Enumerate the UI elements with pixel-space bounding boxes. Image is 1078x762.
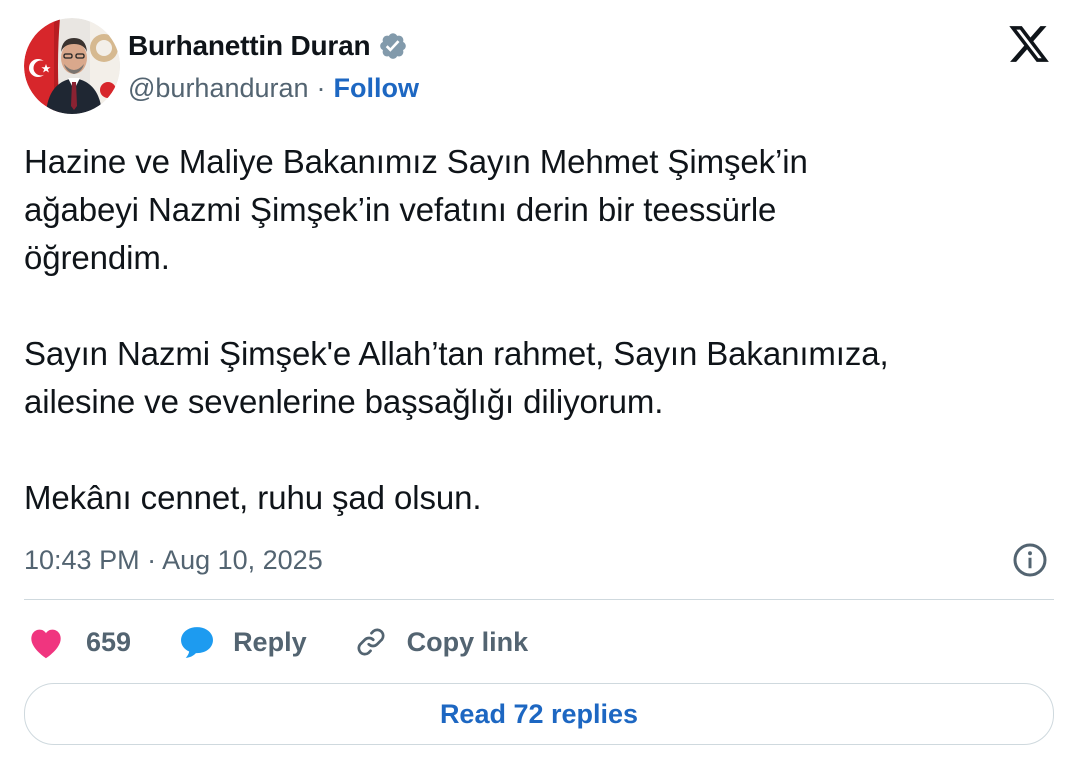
text-line: Sayın Nazmi Şimşek'e Allah’tan rahmet, S… [24,335,889,372]
text-line: ağabeyi Nazmi Şimşek’in vefatını derin b… [24,191,777,228]
text-line: ailesine ve sevenlerine başsağlığı diliy… [24,383,664,420]
copy-link-label: Copy link [406,626,529,657]
like-button[interactable]: 659 [24,620,131,664]
tweet-text: Hazine ve Maliye Bakanımız Sayın Mehmet … [24,138,1054,522]
avatar-image [24,18,120,114]
like-count: 659 [86,626,132,657]
text-line: öğrendim. [24,239,170,276]
speech-bubble-icon [175,620,219,664]
author-block: Burhanettin Duran @burhanduran · Follow [128,26,419,108]
tweet-header: Burhanettin Duran @burhanduran · Follow [24,18,1054,118]
action-bar: 659 Reply Copy link [24,618,528,666]
copy-link-button[interactable]: Copy link [349,620,529,664]
follow-button[interactable]: Follow [334,73,419,104]
name-row: Burhanettin Duran [128,26,419,66]
reply-label: Reply [233,626,307,657]
read-replies-button[interactable]: Read 72 replies [24,683,1054,745]
verified-badge-icon [378,31,408,61]
avatar[interactable] [24,18,120,114]
meta-row: 10:43 PM · Aug 10, 2025 [24,540,1054,580]
handle[interactable]: @burhanduran [128,73,309,104]
link-icon [349,620,393,664]
tweet-card: Burhanettin Duran @burhanduran · Follow [0,0,1078,762]
divider [24,599,1054,600]
handle-row: @burhanduran · Follow [128,68,419,108]
text-line: Mekânı cennet, ruhu şad olsun. [24,479,482,516]
text-line: Hazine ve Maliye Bakanımız Sayın Mehmet … [24,143,808,180]
heart-icon [24,620,68,664]
info-icon[interactable] [1012,542,1048,578]
separator-dot: · [316,72,326,103]
x-logo-icon[interactable] [1006,22,1052,66]
display-name[interactable]: Burhanettin Duran [128,30,371,62]
timestamp[interactable]: 10:43 PM · Aug 10, 2025 [24,545,323,576]
reply-button[interactable]: Reply [175,620,307,664]
